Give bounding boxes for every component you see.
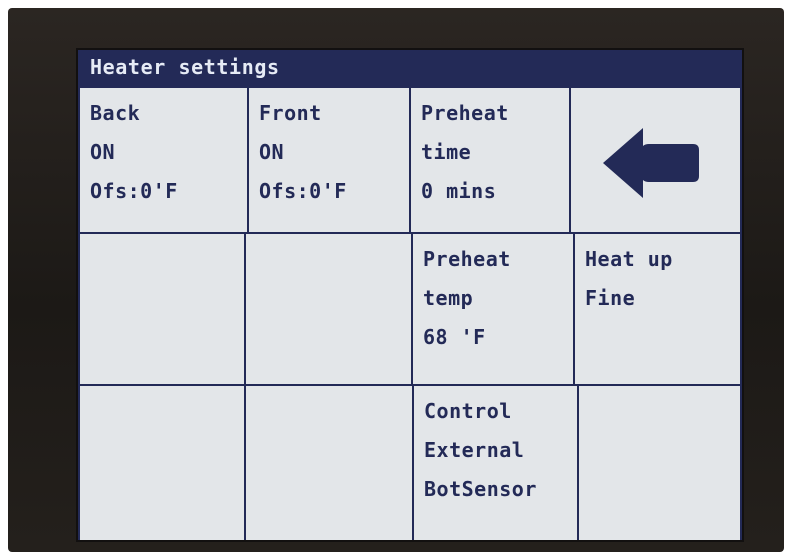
preheat-time-label: Preheat time 0 mins [421,94,509,211]
preheat-time-subtitle: time [421,140,472,164]
preheat-time-value: 0 mins [421,179,497,203]
control-mode: External [424,438,525,462]
empty-cell-r3c2 [244,384,414,540]
preheat-temp-title: Preheat [423,247,511,271]
preheat-time-button[interactable]: Preheat time 0 mins [409,86,571,234]
control-title: Control [424,399,512,423]
control-button[interactable]: Control External BotSensor [412,384,579,540]
front-heater-state: ON [259,140,285,164]
back-heater-state: ON [90,140,116,164]
screen-title: Heater settings [90,55,280,79]
back-button[interactable] [569,86,742,234]
device-bezel: Heater settings Back ON Ofs:0'F Front ON… [8,8,784,552]
back-arrow-icon [603,128,699,198]
back-heater-button[interactable]: Back ON Ofs:0'F [78,86,249,234]
front-heater-offset: Ofs:0'F [259,179,347,203]
empty-cell-r2c1 [78,232,246,386]
back-heater-title: Back [90,101,141,125]
control-label: Control External BotSensor [424,392,537,509]
preheat-temp-label: Preheat temp 68 'F [423,240,511,357]
empty-cell-r3c4 [577,384,742,540]
heat-up-button[interactable]: Heat up Fine [573,232,742,386]
front-heater-title: Front [259,101,322,125]
empty-cell-r2c2 [244,232,413,386]
control-sensor: BotSensor [424,477,537,501]
preheat-temp-button[interactable]: Preheat temp 68 'F [411,232,575,386]
heat-up-value: Fine [585,286,636,310]
preheat-temp-subtitle: temp [423,286,474,310]
front-heater-button[interactable]: Front ON Ofs:0'F [247,86,411,234]
heat-up-label: Heat up Fine [585,240,673,318]
empty-cell-r3c1 [78,384,246,540]
title-bar: Heater settings [78,50,742,86]
heat-up-title: Heat up [585,247,673,271]
front-heater-label: Front ON Ofs:0'F [259,94,347,211]
preheat-temp-value: 68 'F [423,325,486,349]
lcd-screen: Heater settings Back ON Ofs:0'F Front ON… [78,50,742,540]
preheat-time-title: Preheat [421,101,509,125]
back-heater-offset: Ofs:0'F [90,179,178,203]
back-heater-label: Back ON Ofs:0'F [90,94,178,211]
